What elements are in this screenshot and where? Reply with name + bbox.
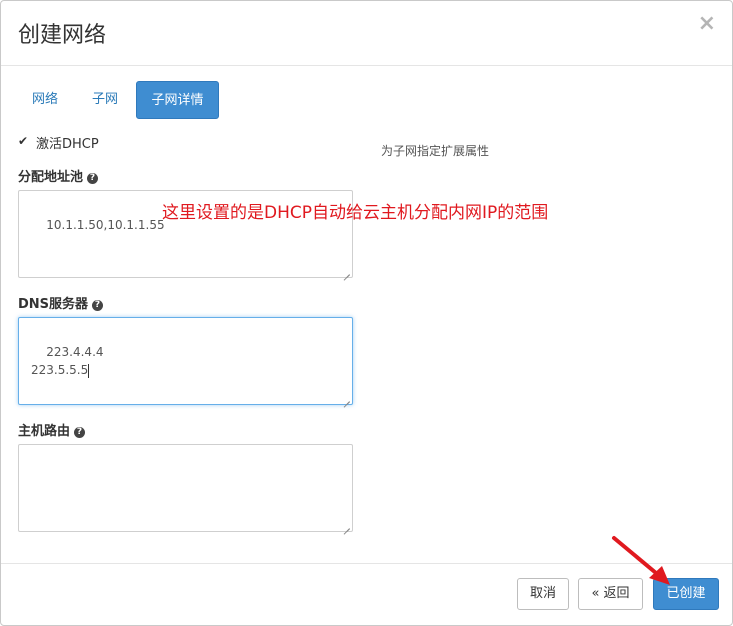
tab-subnet[interactable]: 子网 — [78, 81, 132, 119]
enable-dhcp-checkbox[interactable] — [18, 134, 30, 149]
tab-subnet-details[interactable]: 子网详情 — [136, 81, 219, 119]
create-network-dialog: 创建网络 × 网络 子网 子网详情 激活DHCP 为子网指定扩展属性 分配地址池… — [0, 0, 733, 626]
tab-network[interactable]: 网络 — [18, 81, 72, 119]
host-routes-label: 主机路由? — [18, 420, 86, 439]
close-icon[interactable]: × — [698, 13, 716, 35]
back-button[interactable]: « 返回 — [578, 578, 643, 610]
host-routes-label-text: 主机路由 — [18, 424, 71, 439]
dns-servers-textarea[interactable]: 223.4.4.4 223.5.5.5 — [18, 317, 353, 405]
allocation-pools-label: 分配地址池? — [18, 166, 99, 185]
subnet-details-hint: 为子网指定扩展属性 — [381, 144, 490, 158]
create-button[interactable]: 已创建 — [653, 578, 719, 610]
dialog-header: 创建网络 × — [1, 1, 732, 66]
dialog-title: 创建网络 — [18, 23, 107, 48]
resize-handle-icon[interactable] — [342, 521, 350, 529]
dns-servers-label-text: DNS服务器 — [18, 297, 89, 312]
dns-servers-value: 223.4.4.4 223.5.5.5 — [31, 345, 104, 377]
resize-handle-icon[interactable] — [342, 394, 350, 402]
help-icon: ? — [87, 173, 99, 184]
cancel-button[interactable]: 取消 — [517, 578, 569, 610]
text-cursor — [88, 363, 90, 378]
enable-dhcp-row[interactable]: 激活DHCP — [18, 133, 99, 152]
help-icon: ? — [92, 300, 104, 311]
help-icon: ? — [74, 427, 86, 438]
host-routes-textarea[interactable] — [18, 444, 353, 532]
resize-handle-icon[interactable] — [342, 267, 350, 275]
dns-servers-label: DNS服务器? — [18, 293, 104, 312]
enable-dhcp-label: 激活DHCP — [36, 137, 99, 152]
dialog-footer: 取消 « 返回 已创建 — [1, 563, 732, 625]
allocation-pools-value: 10.1.1.50,10.1.1.55 — [46, 218, 165, 232]
allocation-pools-label-text: 分配地址池 — [18, 170, 84, 185]
annotation-text: 这里设置的是DHCP自动给云主机分配内网IP的范围 — [162, 203, 549, 223]
